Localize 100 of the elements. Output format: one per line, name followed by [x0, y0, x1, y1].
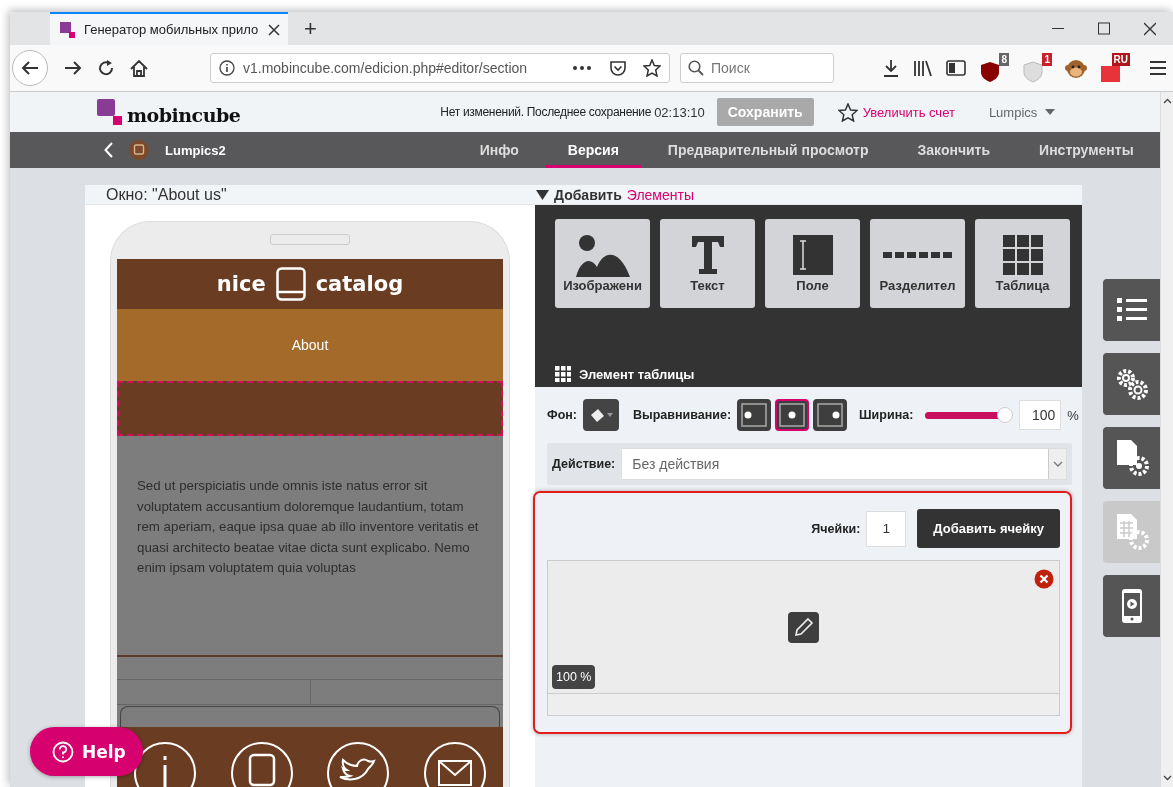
user-menu[interactable]: Lumpics [988, 104, 1056, 120]
translate-extension-icon[interactable]: RU [1100, 53, 1130, 83]
alignment-button[interactable] [813, 399, 848, 431]
grid-icon [555, 366, 571, 382]
close-icon[interactable] [268, 23, 280, 36]
app-title-text: catalog [315, 272, 404, 296]
element-tile[interactable]: Таблица [975, 219, 1070, 308]
element-tile[interactable]: Разделител [870, 219, 965, 308]
paint-bucket-icon [589, 406, 605, 424]
phone-preview-tool-button[interactable] [1103, 575, 1160, 637]
new-tab-button[interactable]: + [292, 12, 329, 45]
tile-label: Изображени [563, 278, 642, 293]
table-cell[interactable]: 100 % [547, 560, 1060, 694]
back-icon[interactable] [104, 142, 113, 158]
mail-icon[interactable] [422, 741, 487, 787]
save-time: 02:13:10 [654, 104, 705, 120]
element-tile[interactable]: Текст [660, 219, 755, 308]
nav-tab[interactable]: Закончить [895, 132, 1013, 168]
tile-label: Текст [690, 278, 725, 293]
add-label: Добавить [554, 186, 622, 203]
home-icon[interactable] [130, 59, 148, 77]
chevron-down-icon [1052, 461, 1063, 467]
menu-icon[interactable] [1149, 60, 1167, 76]
element-tile[interactable]: Изображени [555, 219, 650, 308]
upgrade-link[interactable]: Увеличить счет [862, 104, 955, 120]
back-button[interactable] [12, 50, 48, 86]
pocket-icon[interactable] [609, 60, 627, 76]
menu-item[interactable]: About [291, 337, 329, 353]
tile-label: Таблица [995, 278, 1050, 293]
star-icon [837, 102, 858, 122]
element-tile[interactable]: Поле [765, 219, 860, 308]
reload-icon[interactable] [98, 60, 114, 76]
grid-icon [1002, 235, 1043, 275]
width-input[interactable]: 100 [1019, 400, 1062, 430]
bird-icon[interactable] [326, 741, 391, 787]
cells-input[interactable]: 1 [866, 510, 907, 547]
book-icon [275, 267, 306, 301]
cells-label: Ячейки: [811, 521, 861, 536]
edit-button[interactable] [788, 611, 819, 643]
elements-link[interactable]: Элементы [626, 186, 694, 203]
search-icon [688, 60, 704, 76]
app-title-text: nice [216, 272, 266, 296]
project-name: Lumpics2 [165, 142, 226, 158]
download-icon[interactable] [882, 59, 900, 77]
nav-tab[interactable]: Версия [545, 132, 641, 168]
info-icon[interactable] [219, 60, 235, 76]
forward-icon[interactable] [64, 60, 82, 76]
extension-badge: RU [1111, 53, 1130, 66]
scrollbar[interactable] [1160, 92, 1173, 787]
background-label: Фон: [547, 408, 578, 422]
pencil-icon [793, 617, 814, 637]
tablet-icon[interactable] [229, 741, 294, 787]
width-slider[interactable] [923, 406, 1014, 424]
save-status-text: Нет изменений. Последнее сохранение [440, 105, 652, 119]
add-cell-button[interactable]: Добавить ячейку [917, 509, 1060, 548]
list-icon [1116, 296, 1147, 324]
scroll-down-icon[interactable] [1162, 775, 1172, 781]
nav-tab[interactable]: Инструменты [1017, 132, 1156, 168]
tile-label: Поле [796, 278, 829, 293]
monkey-extension-icon[interactable] [1065, 57, 1087, 79]
url-text: v1.mobincube.com/edicion.php#editor/section [243, 60, 529, 76]
list-tool-button[interactable] [1103, 279, 1160, 341]
nav-tab[interactable]: Инфо [457, 132, 541, 168]
caret-icon [1045, 109, 1056, 115]
text-field-icon [792, 235, 833, 275]
search-field[interactable]: Поиск [680, 53, 834, 83]
page-settings-tool-button[interactable] [1103, 427, 1160, 489]
star-icon[interactable] [643, 59, 661, 77]
page-settings-icon [1114, 439, 1149, 477]
table-settings-icon [1114, 513, 1149, 551]
caret-icon[interactable] [536, 189, 549, 200]
app-avatar-icon[interactable] [129, 140, 149, 160]
delete-icon[interactable] [1034, 569, 1054, 589]
action-label: Действие: [552, 457, 616, 471]
caret-icon [607, 413, 614, 417]
tab-title: Генератор мобильных прило [84, 22, 260, 37]
help-button[interactable]: Help [30, 727, 143, 776]
gears-icon [1114, 367, 1149, 401]
library-icon[interactable] [913, 59, 933, 77]
scroll-up-icon[interactable] [1162, 98, 1172, 104]
gears-tool-button[interactable] [1103, 353, 1160, 415]
browser-tab[interactable]: Генератор мобильных прило [50, 12, 288, 45]
image-icon [574, 233, 631, 277]
nav-tab[interactable]: Предварительный просмотр [645, 132, 891, 168]
more-icon[interactable] [573, 66, 591, 70]
alignment-button[interactable] [737, 399, 772, 431]
back-arrow-icon [21, 60, 39, 76]
alignment-label: Выравнивание: [633, 408, 732, 422]
percent-unit: % [1067, 407, 1079, 423]
paint-bucket-button[interactable] [583, 399, 620, 431]
sidebar-icon[interactable] [946, 59, 966, 77]
tile-label: Разделител [879, 278, 956, 293]
alignment-button[interactable] [775, 399, 810, 431]
address-bar[interactable]: v1.mobincube.com/edicion.php#editor/section [210, 53, 670, 83]
favicon-icon [60, 21, 76, 38]
question-icon [52, 740, 74, 763]
phone-preview-icon [1120, 588, 1143, 624]
action-dropdown[interactable]: Без действия [621, 448, 1067, 480]
window-title: Окно: "About us" [106, 185, 228, 204]
logo[interactable]: mobincube [96, 98, 241, 126]
